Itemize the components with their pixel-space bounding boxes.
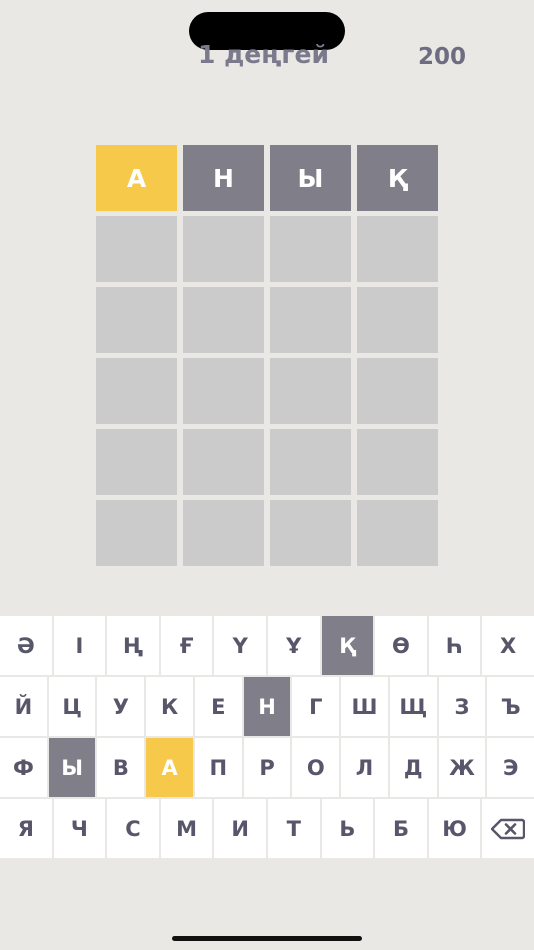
- home-indicator: [172, 936, 362, 941]
- letter-key[interactable]: Э: [487, 738, 534, 797]
- letter-key[interactable]: Қ: [321, 616, 374, 675]
- board-tile: [357, 429, 438, 495]
- letter-key[interactable]: Ъ: [487, 677, 534, 736]
- board-tile: [270, 500, 351, 566]
- letter-key[interactable]: А: [146, 738, 193, 797]
- letter-key[interactable]: З: [438, 677, 486, 736]
- letter-key[interactable]: Ю: [428, 799, 481, 858]
- board-tile: Қ: [357, 145, 438, 211]
- letter-key[interactable]: К: [146, 677, 193, 736]
- level-title: 1 деңгей: [198, 40, 329, 69]
- letter-key[interactable]: Ы: [48, 738, 96, 797]
- board-tile: А: [96, 145, 177, 211]
- letter-key[interactable]: І: [53, 616, 106, 675]
- letter-key[interactable]: Д: [389, 738, 437, 797]
- letter-key[interactable]: Ч: [53, 799, 106, 858]
- letter-key[interactable]: П: [194, 738, 242, 797]
- board-tile: [96, 358, 177, 424]
- letter-key[interactable]: Ң: [107, 616, 159, 675]
- letter-key[interactable]: И: [214, 799, 266, 858]
- letter-key[interactable]: Ж: [438, 738, 486, 797]
- letter-key[interactable]: Ү: [214, 616, 266, 675]
- board-tile: Ы: [270, 145, 351, 211]
- letter-key[interactable]: Ц: [48, 677, 96, 736]
- board-tile: [96, 500, 177, 566]
- board-tile: [183, 500, 264, 566]
- keyboard-row: ЙЦУКЕНГШЩЗЪ: [0, 677, 534, 736]
- letter-key[interactable]: Й: [0, 677, 47, 736]
- letter-key[interactable]: О: [292, 738, 340, 797]
- board-tile: [270, 358, 351, 424]
- board-tile: [96, 287, 177, 353]
- letter-key[interactable]: Х: [482, 616, 534, 675]
- letter-key[interactable]: Л: [341, 738, 388, 797]
- board-tile: [96, 429, 177, 495]
- keyboard-row: ӘІҢҒҮҰҚӨҺХ: [0, 616, 534, 675]
- board-tile: [183, 216, 264, 282]
- game-board: АНЫҚ: [96, 145, 438, 566]
- letter-key[interactable]: Т: [267, 799, 320, 858]
- letter-key[interactable]: Е: [194, 677, 242, 736]
- letter-key[interactable]: Я: [0, 799, 52, 858]
- letter-key[interactable]: Щ: [389, 677, 437, 736]
- board-tile: [357, 287, 438, 353]
- board-tile: [183, 287, 264, 353]
- board-tile: [357, 216, 438, 282]
- letter-key[interactable]: В: [97, 738, 145, 797]
- board-tile: [270, 429, 351, 495]
- letter-key[interactable]: Г: [292, 677, 340, 736]
- board-tile: [183, 429, 264, 495]
- score-counter: 200: [417, 44, 466, 70]
- letter-key[interactable]: Н: [243, 677, 291, 736]
- board-tile: [270, 287, 351, 353]
- backspace-button[interactable]: [482, 799, 534, 858]
- letter-key[interactable]: С: [107, 799, 159, 858]
- board-tile: Н: [183, 145, 264, 211]
- letter-key[interactable]: Р: [243, 738, 291, 797]
- keyboard-row: ФЫВАПРОЛДЖЭ: [0, 738, 534, 797]
- letter-key[interactable]: Ь: [321, 799, 374, 858]
- backspace-icon: [491, 818, 526, 839]
- letter-key[interactable]: Ә: [0, 616, 52, 675]
- keyboard-row: ЯЧСМИТЬБЮ: [0, 799, 534, 858]
- letter-key[interactable]: Ғ: [160, 616, 213, 675]
- board-tile: [96, 216, 177, 282]
- letter-key[interactable]: Ұ: [267, 616, 320, 675]
- board-tile: [183, 358, 264, 424]
- letter-key[interactable]: М: [160, 799, 213, 858]
- board-tile: [357, 500, 438, 566]
- on-screen-keyboard: ӘІҢҒҮҰҚӨҺХЙЦУКЕНГШЩЗЪФЫВАПРОЛДЖЭЯЧСМИТЬБ…: [0, 616, 534, 860]
- letter-key[interactable]: У: [97, 677, 145, 736]
- letter-key[interactable]: Ф: [0, 738, 47, 797]
- letter-key[interactable]: Ө: [375, 616, 427, 675]
- letter-key[interactable]: Б: [375, 799, 427, 858]
- letter-key[interactable]: Ш: [341, 677, 388, 736]
- board-tile: [270, 216, 351, 282]
- board-tile: [357, 358, 438, 424]
- letter-key[interactable]: Һ: [428, 616, 481, 675]
